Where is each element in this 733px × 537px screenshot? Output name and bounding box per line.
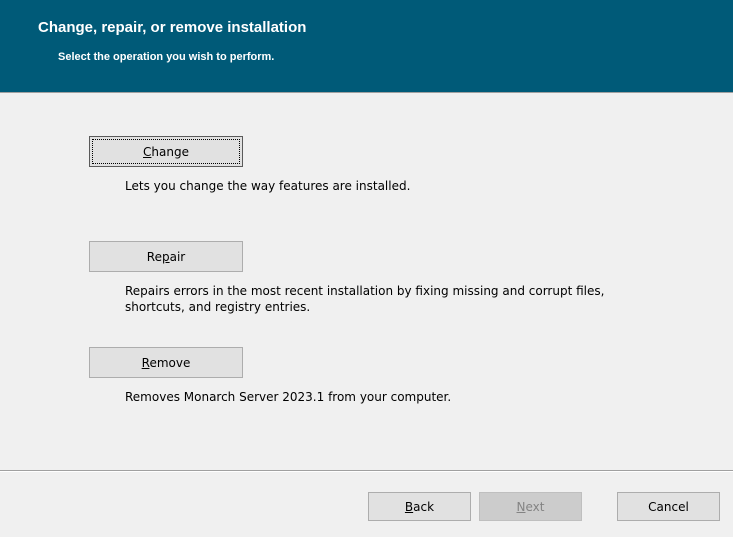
cancel-button[interactable]: Cancel: [617, 492, 720, 521]
back-button-label: Back: [404, 499, 435, 514]
remove-button[interactable]: Remove: [89, 347, 243, 378]
cancel-button-label: Cancel: [648, 499, 689, 514]
change-button[interactable]: Change: [89, 136, 243, 167]
repair-button-label: Repair: [146, 249, 186, 264]
dialog-title: Change, repair, or remove installation: [38, 19, 307, 36]
installer-dialog: Change, repair, or remove installation S…: [0, 0, 733, 537]
dialog-subtitle: Select the operation you wish to perform…: [58, 51, 275, 63]
back-button[interactable]: Back: [368, 492, 471, 521]
next-button-label: Next: [516, 499, 545, 514]
footer-separator: [0, 470, 733, 472]
remove-description: Removes Monarch Server 2023.1 from your …: [125, 390, 452, 404]
repair-button[interactable]: Repair: [89, 241, 243, 272]
change-description: Lets you change the way features are ins…: [125, 179, 411, 193]
next-button[interactable]: Next: [479, 492, 582, 521]
repair-description: Repairs errors in the most recent instal…: [125, 284, 605, 314]
change-button-label: Change: [143, 144, 189, 159]
dialog-header: Change, repair, or remove installation S…: [0, 0, 733, 93]
remove-button-label: Remove: [141, 355, 191, 370]
